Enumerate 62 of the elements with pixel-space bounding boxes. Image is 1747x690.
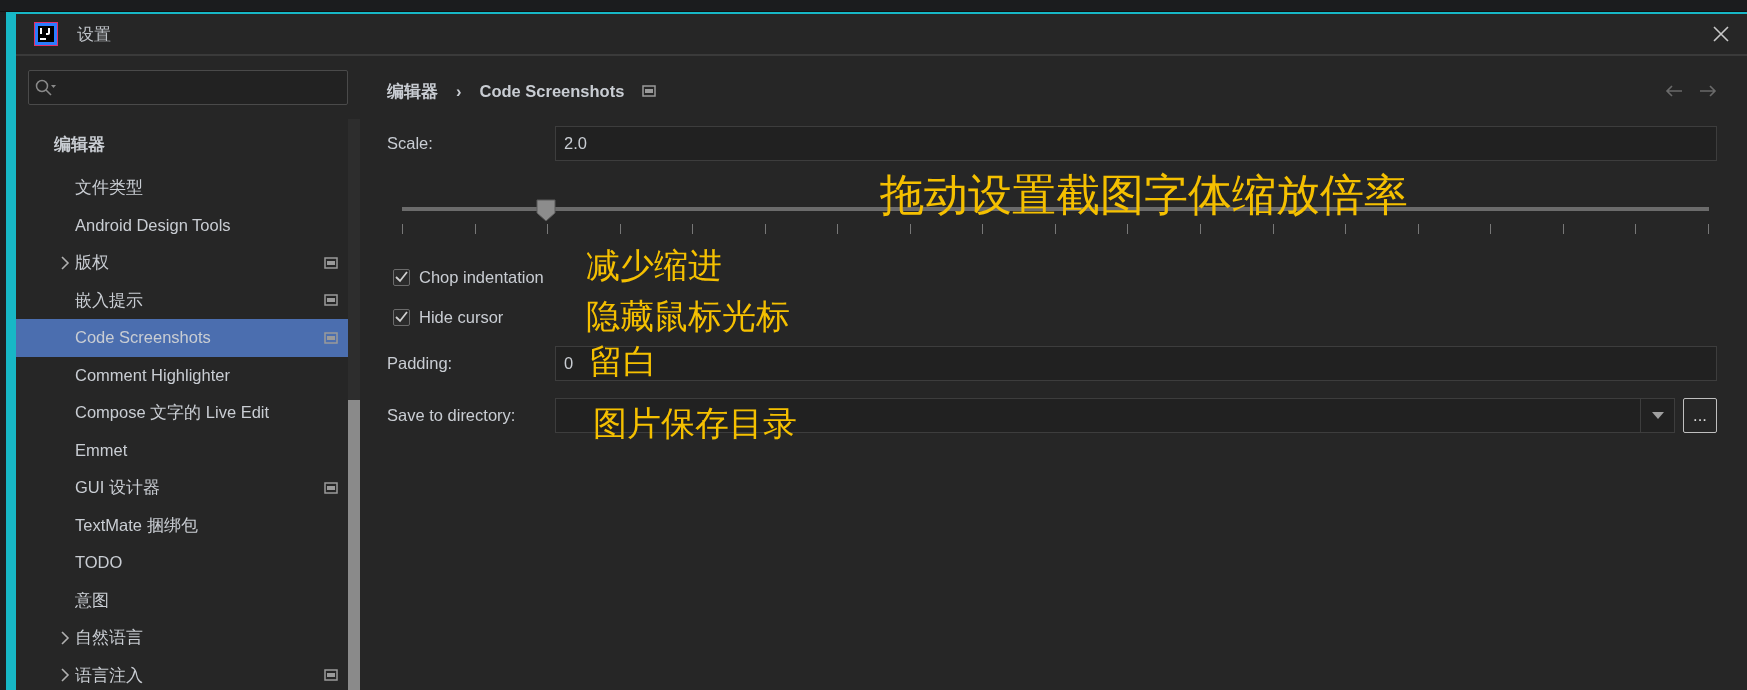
chevron-icon[interactable]: [60, 254, 70, 271]
checkbox-label[interactable]: Hide cursor: [419, 304, 504, 330]
checkbox[interactable]: [393, 268, 410, 286]
sidebar-item[interactable]: 版权: [16, 244, 348, 282]
item-label: 意图: [75, 589, 109, 611]
item-label: GUI 设计器: [75, 477, 160, 499]
check-icon: [394, 270, 409, 284]
back-arrow-icon[interactable]: [1665, 83, 1683, 99]
breadcrumb-separator: ›: [456, 80, 462, 102]
sidebar-item[interactable]: Comment Highlighter: [16, 356, 348, 394]
close-icon[interactable]: [1713, 26, 1729, 42]
sidebar-item[interactable]: Compose 文字的 Live Edit: [16, 394, 348, 432]
annotation-text: 拖动设置截图字体缩放倍率: [880, 173, 1408, 217]
sidebar-item[interactable]: TODO: [16, 544, 348, 582]
sidebar-item[interactable]: TextMate 捆绑包: [16, 506, 348, 544]
sidebar-item[interactable]: 意图: [16, 581, 348, 619]
caret-icon: [1650, 411, 1665, 420]
breadcrumb-item[interactable]: Code Screenshots: [479, 78, 625, 104]
check-icon: [394, 310, 409, 324]
sidebar-item[interactable]: 自然语言: [16, 619, 348, 657]
field-label: Scale:: [387, 133, 434, 155]
project-scope-icon: [642, 84, 657, 98]
forward-arrow-icon[interactable]: [1699, 83, 1717, 99]
item-label: 嵌入提示: [75, 289, 143, 311]
app-icon: [34, 22, 58, 46]
item-label: 版权: [75, 252, 109, 274]
annotation-text: 隐藏鼠标光标: [586, 299, 790, 333]
window-title: 设置: [77, 23, 111, 45]
chevron-icon[interactable]: [60, 667, 70, 684]
item-label: Code Screenshots: [75, 327, 211, 349]
item-label: 自然语言: [75, 627, 143, 649]
item-label: Emmet: [75, 439, 128, 461]
item-label: TODO: [75, 552, 123, 574]
sidebar-item[interactable]: 语言注入: [16, 656, 348, 690]
section-header: 编辑器: [53, 133, 106, 155]
scale-field[interactable]: 2.0: [555, 126, 1717, 161]
sidebar-item[interactable]: 嵌入提示: [16, 281, 348, 319]
search-icon: [35, 78, 57, 97]
field-label: Save to directory:: [387, 405, 517, 427]
browse-button[interactable]: ...: [1683, 398, 1717, 433]
field-label: Padding:: [387, 353, 454, 375]
sidebar-item[interactable]: Android Design Tools: [16, 206, 348, 244]
slider-thumb[interactable]: [535, 199, 556, 222]
item-label: Compose 文字的 Live Edit: [75, 402, 270, 424]
dropdown-button[interactable]: [1641, 398, 1675, 433]
sidebar-item[interactable]: 文件类型: [16, 169, 348, 207]
annotation-text: 图片保存目录: [593, 406, 797, 440]
item-label: 文件类型: [75, 177, 143, 199]
item-label: Android Design Tools: [75, 214, 231, 236]
search-field[interactable]: [28, 70, 348, 105]
item-label: Comment Highlighter: [75, 364, 230, 386]
item-label: TextMate 捆绑包: [75, 514, 198, 536]
scrollbar[interactable]: [348, 119, 360, 690]
sidebar-item[interactable]: GUI 设计器: [16, 469, 348, 507]
item-label: 语言注入: [75, 664, 143, 686]
checkbox-label[interactable]: Chop indentation: [419, 264, 544, 290]
chevron-icon[interactable]: [60, 629, 70, 646]
annotation-text: 减少缩进: [586, 248, 722, 282]
breadcrumb-item[interactable]: 编辑器: [387, 78, 438, 104]
checkbox[interactable]: [393, 308, 410, 326]
sidebar-item[interactable]: Emmet: [16, 431, 348, 469]
annotation-text: 留白: [589, 344, 657, 378]
